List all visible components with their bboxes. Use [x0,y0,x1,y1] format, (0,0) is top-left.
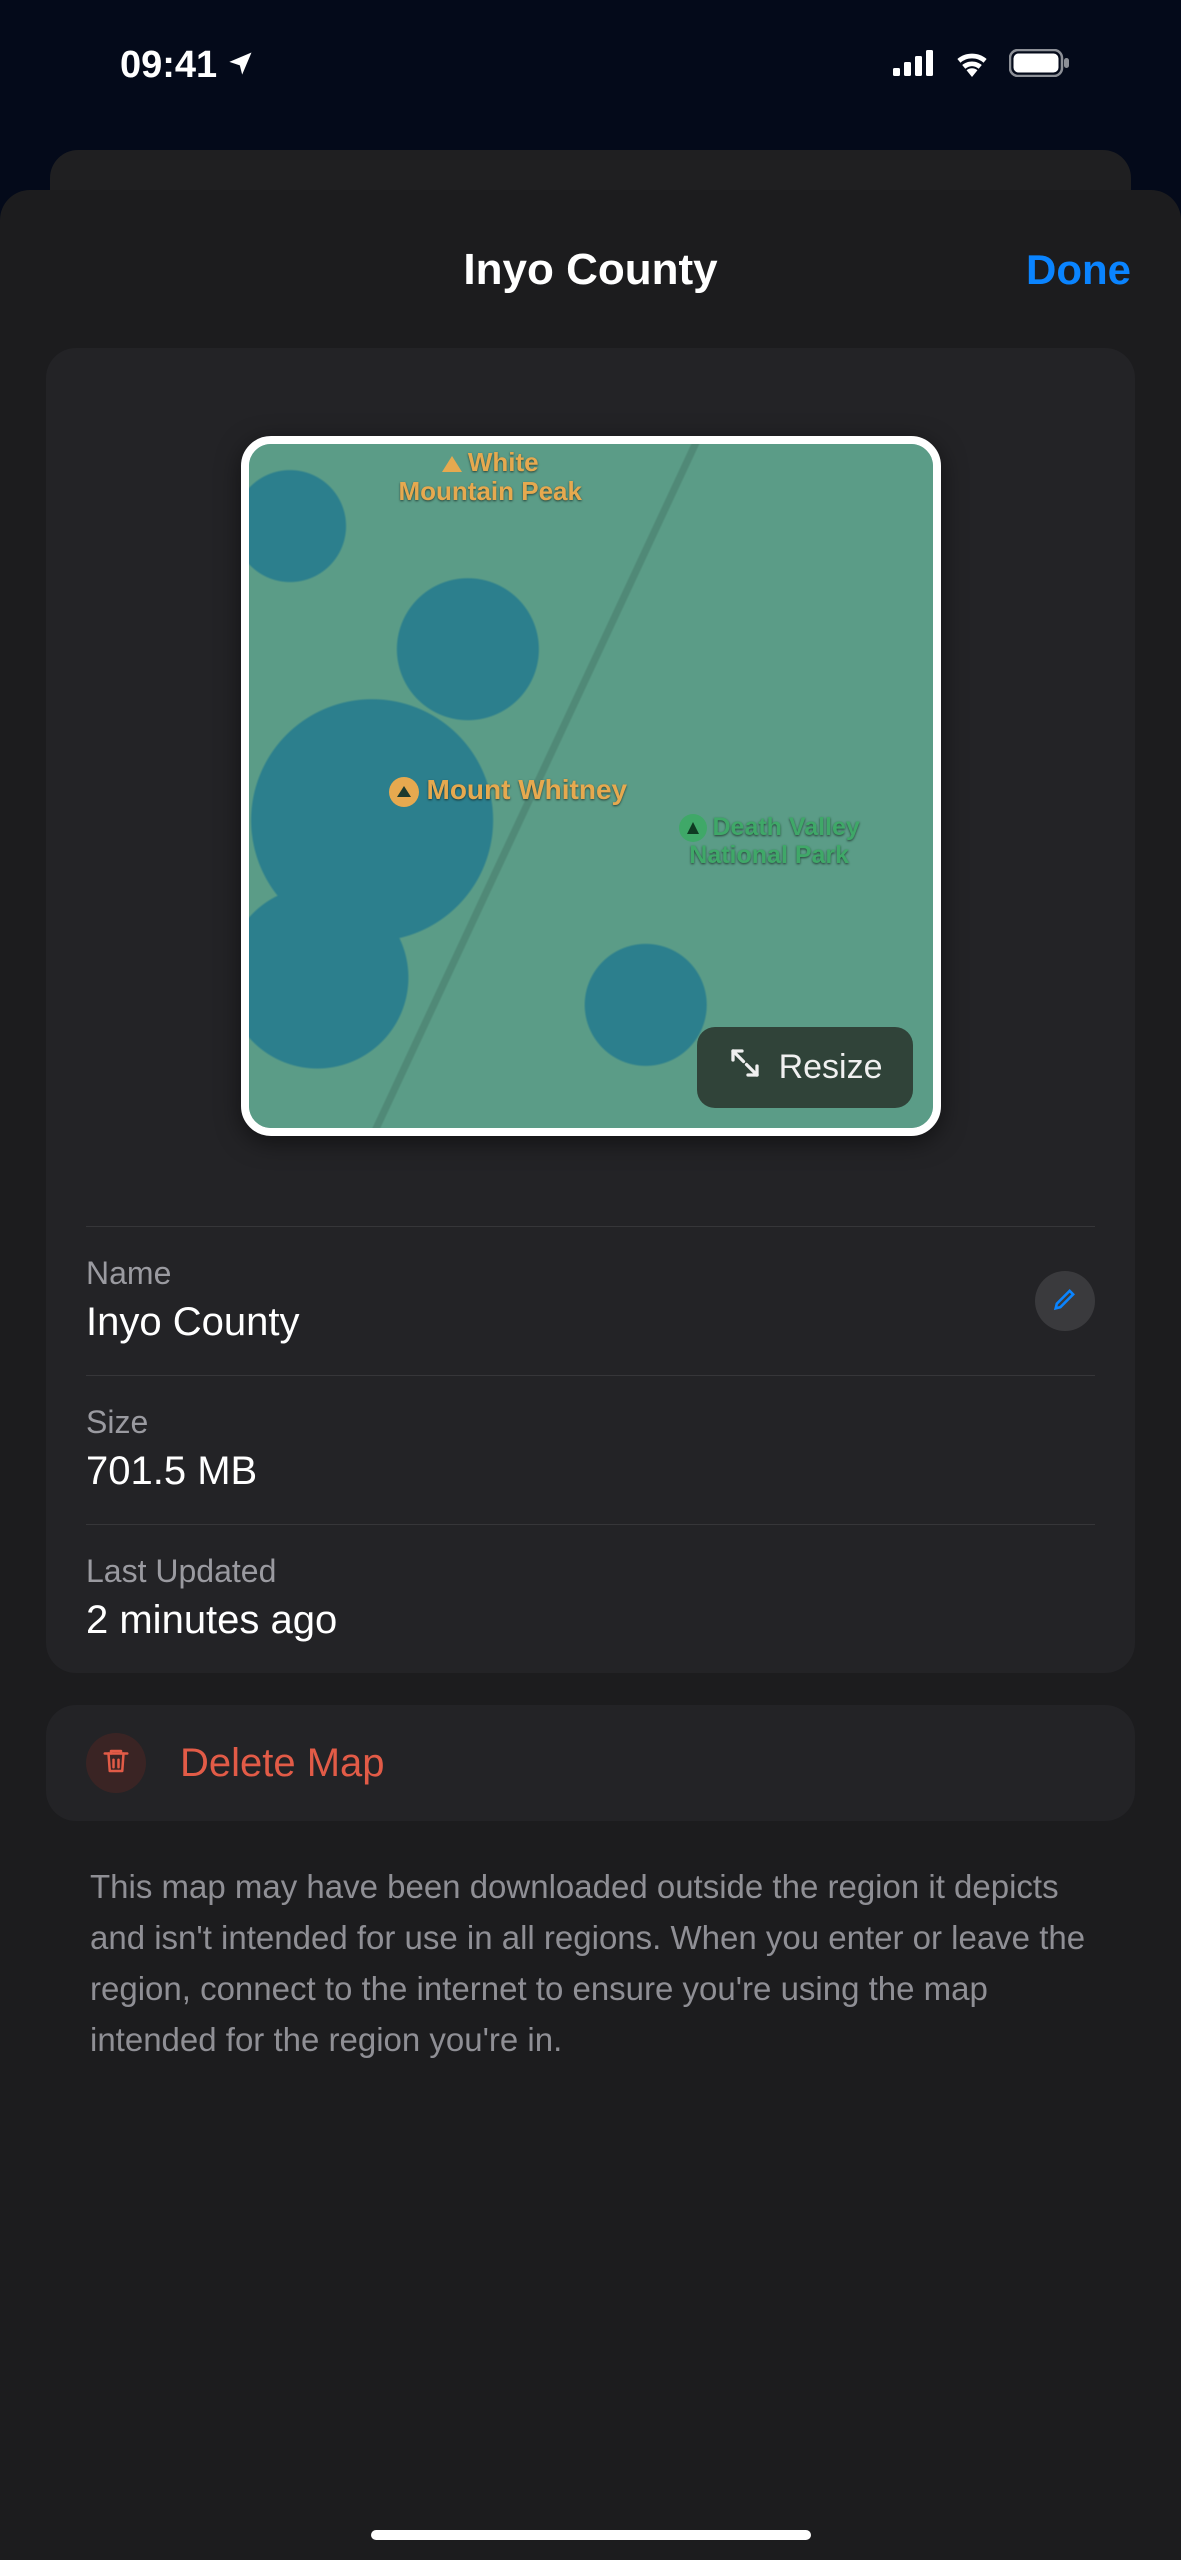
done-button[interactable]: Done [1026,246,1131,294]
size-label: Size [86,1404,1095,1441]
status-indicators [893,49,1071,82]
status-time: 09:41 [120,44,217,87]
tree-icon [679,814,707,842]
map-card: White Mountain Peak Mount Whitney Death … [46,348,1135,1673]
detail-sheet: Inyo County Done White Mountain Peak Mou… [0,190,1181,2560]
size-value: 701.5 MB [86,1449,1095,1494]
status-bar: 09:41 [0,0,1181,130]
status-time-group: 09:41 [120,44,255,87]
home-indicator[interactable] [371,2530,811,2540]
peak-icon [442,456,462,472]
map-label-mt-whitney: Mount Whitney [389,774,628,807]
pencil-icon [1051,1285,1079,1318]
trash-icon-circle [86,1733,146,1793]
wifi-icon [953,49,991,82]
name-label: Name [86,1255,1095,1292]
resize-button[interactable]: Resize [697,1027,913,1108]
map-preview-holder: White Mountain Peak Mount Whitney Death … [46,348,1135,1226]
sheet-header: Inyo County Done [0,220,1181,320]
delete-map-button[interactable]: Delete Map [46,1705,1135,1821]
battery-icon [1009,49,1071,82]
updated-label: Last Updated [86,1553,1095,1590]
trash-icon [101,1745,131,1782]
map-preview[interactable]: White Mountain Peak Mount Whitney Death … [241,436,941,1136]
name-row: Name Inyo County [46,1227,1135,1375]
size-row: Size 701.5 MB [46,1376,1135,1524]
resize-label: Resize [779,1048,883,1087]
map-label-death-valley: Death Valley National Park [679,814,860,870]
cellular-icon [893,50,935,81]
mountain-icon [389,777,419,807]
edit-name-button[interactable] [1035,1271,1095,1331]
sheet-title: Inyo County [463,245,717,295]
map-label-white-mountain: White Mountain Peak [399,448,582,505]
updated-row: Last Updated 2 minutes ago [46,1525,1135,1673]
updated-value: 2 minutes ago [86,1598,1095,1643]
resize-icon [727,1045,763,1090]
name-value: Inyo County [86,1300,1095,1345]
location-icon [227,44,255,87]
delete-label: Delete Map [180,1741,385,1786]
footer-disclaimer: This map may have been downloaded outsid… [90,1861,1091,2066]
